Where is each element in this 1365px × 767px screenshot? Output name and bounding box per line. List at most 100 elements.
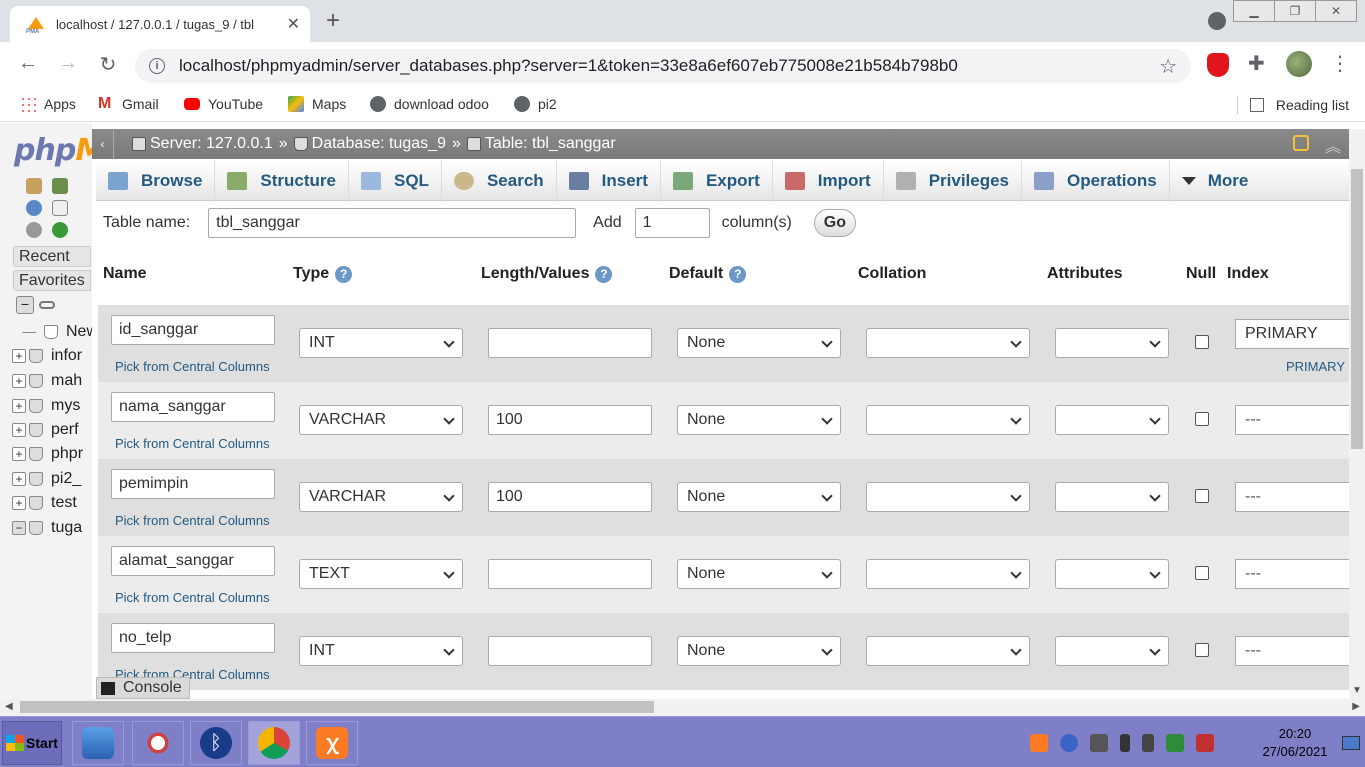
collation-select[interactable] <box>866 328 1030 358</box>
type-select[interactable]: INT <box>299 636 463 666</box>
length-input[interactable] <box>488 559 652 589</box>
tree-item-new[interactable]: New <box>12 321 92 343</box>
column-name-input[interactable]: pemimpin <box>111 469 275 499</box>
column-name-input[interactable]: id_sanggar <box>111 315 275 345</box>
start-button[interactable]: Start <box>2 721 62 765</box>
null-checkbox[interactable] <box>1195 489 1209 503</box>
null-checkbox[interactable] <box>1195 335 1209 349</box>
help-icon[interactable]: ? <box>335 265 353 283</box>
browser-menu-icon[interactable]: ⋮ <box>1330 51 1350 76</box>
null-checkbox[interactable] <box>1195 566 1209 580</box>
tab-insert[interactable]: Insert <box>557 161 661 201</box>
table-name-input[interactable]: tbl_sanggar <box>208 208 577 238</box>
pick-central-columns-link[interactable]: Pick from Central Columns <box>115 590 270 605</box>
close-window-icon[interactable]: ✕ <box>1315 0 1357 22</box>
tab-sql[interactable]: SQL <box>349 161 442 201</box>
link-icon[interactable] <box>39 301 55 309</box>
plus-icon[interactable]: + <box>12 447 26 461</box>
vertical-scrollbar[interactable]: ▼ <box>1349 129 1365 699</box>
bookmark-maps[interactable]: Maps <box>288 96 346 112</box>
plus-icon[interactable]: + <box>12 423 26 437</box>
taskbar-chrome[interactable] <box>248 721 300 765</box>
default-select[interactable]: None <box>677 559 841 589</box>
breadcrumb-server[interactable]: Server: 127.0.0.1 <box>132 135 273 153</box>
attributes-select[interactable] <box>1055 636 1169 666</box>
attributes-select[interactable] <box>1055 482 1169 512</box>
tab-privileges[interactable]: Privileges <box>884 161 1023 201</box>
type-select[interactable]: VARCHAR <box>299 482 463 512</box>
pick-central-columns-link[interactable]: Pick from Central Columns <box>115 436 270 451</box>
tab-import[interactable]: Import <box>773 161 884 201</box>
network-signal-icon[interactable] <box>1090 734 1108 752</box>
reading-list-button[interactable]: Reading list <box>1236 96 1349 114</box>
bookmark-pi2[interactable]: pi2 <box>514 96 557 112</box>
tab-close-icon[interactable]: ✕ <box>287 14 300 34</box>
help-icon[interactable]: ? <box>595 265 613 283</box>
tree-item-database[interactable]: + mah <box>12 370 82 392</box>
index-select[interactable]: --- <box>1235 482 1349 512</box>
settings-gear-icon[interactable] <box>26 222 42 238</box>
null-checkbox[interactable] <box>1195 412 1209 426</box>
scroll-right-arrow-icon[interactable]: ▶ <box>1352 701 1360 712</box>
go-button[interactable]: Go <box>813 209 856 237</box>
tree-item-database[interactable]: + infor <box>12 345 82 367</box>
console-toggle[interactable]: Console <box>96 677 190 699</box>
plus-icon[interactable]: + <box>12 399 26 413</box>
battery-icon[interactable] <box>1142 734 1154 752</box>
scroll-down-arrow-icon[interactable]: ▼ <box>1352 685 1362 696</box>
index-select[interactable]: --- <box>1235 405 1349 435</box>
length-input[interactable] <box>488 636 652 666</box>
plus-icon[interactable]: + <box>12 496 26 510</box>
logout-icon[interactable] <box>52 178 68 194</box>
breadcrumb-table[interactable]: Table: tbl_sanggar <box>466 135 616 153</box>
pick-central-columns-link[interactable]: Pick from Central Columns <box>115 359 270 374</box>
bookmark-apps[interactable]: Apps <box>20 96 76 112</box>
length-input[interactable]: 100 <box>488 482 652 512</box>
tree-item-database[interactable]: + perf <box>12 419 79 441</box>
forward-icon[interactable]: → <box>54 52 82 75</box>
bookmark-gmail[interactable]: M Gmail <box>98 96 159 113</box>
length-input[interactable]: 100 <box>488 405 652 435</box>
taskbar-bluetooth[interactable]: ᛒ <box>190 721 242 765</box>
default-select[interactable]: None <box>677 328 841 358</box>
plus-icon[interactable]: + <box>12 349 26 363</box>
tab-search-icon[interactable] <box>1208 12 1226 30</box>
null-checkbox[interactable] <box>1195 643 1209 657</box>
tab-export[interactable]: Export <box>661 161 773 201</box>
index-link[interactable]: PRIMARY <box>1286 359 1345 374</box>
tab-structure[interactable]: Structure <box>215 161 349 201</box>
type-select[interactable]: TEXT <box>299 559 463 589</box>
taskbar-xampp[interactable]: ꭓ <box>306 721 358 765</box>
volume-icon[interactable] <box>1120 734 1130 752</box>
tree-item-database[interactable]: + test <box>12 492 77 514</box>
collation-select[interactable] <box>866 482 1030 512</box>
extensions-puzzle-icon[interactable]: ✚ <box>1248 51 1265 76</box>
plus-icon[interactable]: + <box>12 472 26 486</box>
action-center-flag-icon[interactable] <box>1196 734 1214 752</box>
phpmyadmin-logo[interactable]: phpM <box>14 133 92 168</box>
attributes-select[interactable] <box>1055 559 1169 589</box>
tab-operations[interactable]: Operations <box>1022 161 1170 201</box>
site-info-icon[interactable]: i <box>149 58 165 74</box>
type-select[interactable]: INT <box>299 328 463 358</box>
tree-item-database[interactable]: + phpr <box>12 443 83 465</box>
minimize-icon[interactable]: ▁ <box>1233 0 1275 22</box>
index-select[interactable]: --- <box>1235 559 1349 589</box>
column-name-input[interactable]: no_telp <box>111 623 275 653</box>
default-select[interactable]: None <box>677 482 841 512</box>
restore-icon[interactable]: ❐ <box>1274 0 1316 22</box>
taskbar-snipping-tool[interactable] <box>132 721 184 765</box>
bookmark-download-odoo[interactable]: download odoo <box>370 96 489 112</box>
tree-item-database[interactable]: − tuga <box>12 517 82 539</box>
scroll-left-arrow-icon[interactable]: ◀ <box>5 701 13 712</box>
default-select[interactable]: None <box>677 405 841 435</box>
tab-search[interactable]: Search <box>442 161 557 201</box>
horizontal-scrollbar[interactable]: ◀ ▶ <box>0 699 1365 716</box>
tree-item-database[interactable]: + mys <box>12 395 80 417</box>
back-icon[interactable]: ← <box>14 52 42 75</box>
taskbar-file-manager[interactable] <box>72 721 124 765</box>
url-text[interactable]: localhost/phpmyadmin/server_databases.ph… <box>179 56 1159 76</box>
collapse-nav-icon[interactable]: ‹ <box>92 129 114 159</box>
docs-icon[interactable] <box>52 200 68 216</box>
help-icon[interactable] <box>26 200 42 216</box>
